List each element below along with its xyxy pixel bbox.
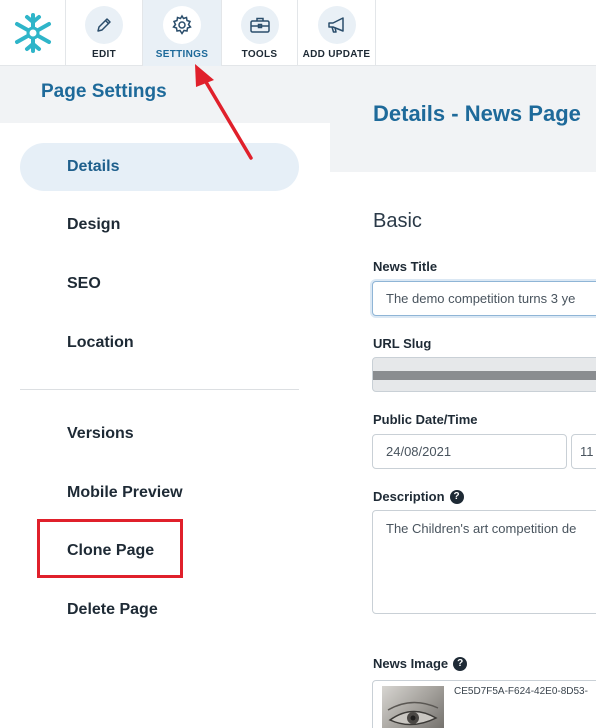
news-image-label-row: News Image ?	[373, 656, 468, 671]
public-time-input[interactable]: 11	[571, 434, 596, 469]
top-toolbar: EDIT SETTINGS TOOLS ADD UPDATE	[0, 0, 596, 66]
sidebar-title: Page Settings	[41, 81, 167, 102]
description-label-row: Description ?	[373, 489, 464, 504]
sidebar-header: Page Settings	[0, 66, 330, 123]
news-title-input[interactable]: The demo competition turns 3 ye	[372, 281, 596, 316]
tool-settings-circle	[163, 6, 201, 44]
toolbox-icon	[249, 17, 270, 33]
page-settings-sidebar: Page Settings Details Design SEO Locatio…	[0, 66, 330, 728]
sidebar-item-details[interactable]: Details	[20, 143, 299, 191]
tool-settings-label: SETTINGS	[155, 49, 209, 60]
tool-settings[interactable]: SETTINGS	[143, 0, 222, 66]
details-panel: Details - News Page Basic News Title The…	[330, 66, 596, 728]
annotation-highlight-box	[37, 519, 183, 578]
sidebar-item-seo[interactable]: SEO	[20, 260, 299, 308]
description-textarea[interactable]: The Children's art competition de	[372, 510, 596, 614]
news-title-label: News Title	[373, 259, 438, 274]
section-title-basic: Basic	[373, 210, 422, 232]
tool-add-update-label: ADD UPDATE	[302, 49, 371, 60]
megaphone-icon	[327, 17, 344, 33]
news-image-thumbnail	[382, 686, 444, 728]
sidebar-item-label: Mobile Preview	[67, 484, 183, 501]
redacted-bar	[373, 371, 596, 380]
sidebar-item-mobile-preview[interactable]: Mobile Preview	[20, 469, 299, 517]
gear-icon	[172, 14, 192, 35]
pencil-icon	[97, 18, 111, 32]
description-value: The Children's art competition de	[386, 521, 577, 536]
news-image-label: News Image	[373, 656, 449, 671]
tool-edit-label: EDIT	[92, 49, 116, 60]
sidebar-item-label: Details	[67, 158, 120, 175]
description-label: Description	[373, 489, 445, 504]
sidebar-item-design[interactable]: Design	[20, 201, 299, 249]
details-header: Details - News Page	[330, 66, 596, 172]
app-logo[interactable]	[0, 0, 66, 66]
sidebar-item-label: Versions	[67, 425, 134, 442]
tool-tools-label: TOOLS	[241, 49, 278, 60]
tool-tools[interactable]: TOOLS	[222, 0, 298, 66]
tool-add-update-circle	[317, 6, 356, 44]
public-time-value: 11	[580, 444, 594, 459]
tool-add-update[interactable]: ADD UPDATE	[298, 0, 376, 66]
public-date-input[interactable]: 24/08/2021	[372, 434, 567, 469]
tool-tools-circle	[240, 6, 279, 44]
url-slug-input[interactable]	[372, 357, 596, 392]
sidebar-divider	[20, 389, 299, 390]
sidebar-item-label: Design	[67, 216, 121, 233]
page-title: Details - News Page	[373, 101, 581, 126]
help-icon[interactable]: ?	[453, 656, 468, 671]
news-title-value: The demo competition turns 3 ye	[386, 291, 576, 306]
snowflake-logo-icon	[14, 13, 51, 53]
public-date-value: 24/08/2021	[386, 444, 452, 459]
sidebar-item-delete-page[interactable]: Delete Page	[20, 586, 299, 634]
help-icon[interactable]: ?	[449, 489, 464, 504]
sidebar-item-label: Delete Page	[67, 601, 158, 618]
public-date-label: Public Date/Time	[373, 412, 478, 427]
sidebar-item-location[interactable]: Location	[20, 319, 299, 367]
sidebar-item-versions[interactable]: Versions	[20, 410, 299, 458]
url-slug-label: URL Slug	[373, 336, 432, 351]
news-image-picker[interactable]: CE5D7F5A-F624-42E0-8D53-	[372, 680, 596, 728]
sidebar-item-label: SEO	[67, 275, 101, 292]
tool-edit[interactable]: EDIT	[66, 0, 143, 66]
tool-edit-circle	[85, 6, 123, 44]
sidebar-item-label: Location	[67, 334, 134, 351]
eye-drawing-image	[387, 701, 439, 726]
news-image-filename: CE5D7F5A-F624-42E0-8D53-	[454, 686, 588, 697]
